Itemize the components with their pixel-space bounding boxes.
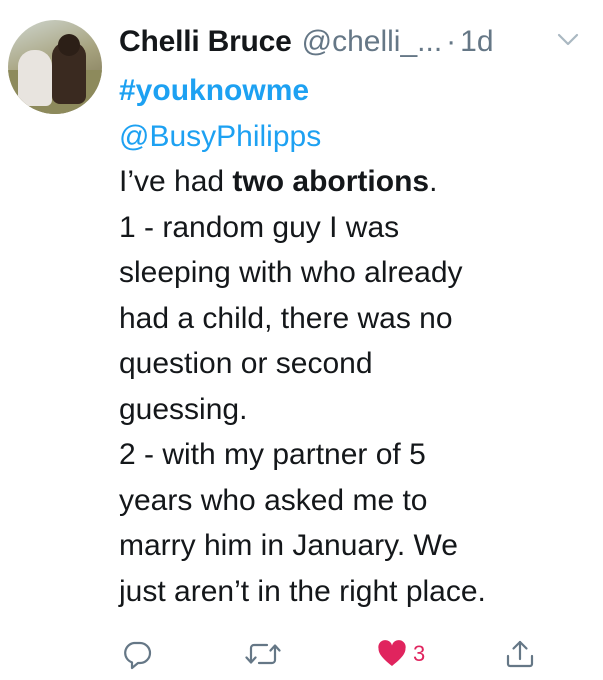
text-segment: I’ve had (119, 165, 233, 198)
timestamp[interactable]: 1d (460, 25, 493, 59)
heart-icon (378, 640, 406, 666)
share-icon (506, 640, 534, 668)
like-button[interactable]: 3 (377, 634, 425, 674)
bold-text: two abortions (232, 165, 430, 198)
avatar[interactable] (8, 20, 102, 114)
text-segment: . (429, 165, 438, 198)
tweet-header: Chelli Bruce @chelli_... · 1d (119, 22, 593, 62)
text-line: years who asked me to (119, 483, 428, 517)
reply-icon (124, 641, 152, 670)
tweet-actions: 3 (119, 634, 559, 674)
retweet-icon (245, 643, 281, 665)
retweet-button[interactable] (245, 634, 281, 674)
share-button[interactable] (505, 634, 535, 674)
separator-dot: · (446, 25, 457, 58)
mention-link[interactable]: @BusyPhilipps (119, 114, 599, 160)
avatar-dog-head (58, 34, 80, 56)
text-line: just aren’t in the right place. (119, 574, 486, 608)
tweet-text: #youknowme @BusyPhilipps I’ve had two ab… (119, 68, 599, 614)
text-line: sleeping with who already (119, 256, 463, 289)
chevron-down-icon[interactable] (555, 26, 581, 52)
text-line: had a child, there was no (119, 301, 453, 335)
avatar-person (18, 50, 52, 106)
reply-button[interactable] (121, 634, 153, 674)
like-count: 3 (413, 641, 426, 666)
text-line: I’ve had two abortions. (119, 159, 599, 205)
text-line: question or second (119, 347, 373, 380)
text-line: marry him in January. We (119, 529, 458, 562)
display-name[interactable]: Chelli Bruce (119, 25, 292, 59)
hashtag-link[interactable]: #youknowme (119, 68, 599, 114)
text-line: guessing. (119, 392, 248, 426)
user-handle[interactable]: @chelli_... (302, 25, 443, 59)
text-line: 2 - with my partner of 5 (119, 438, 426, 471)
text-line: 1 - random guy I was (119, 210, 400, 244)
